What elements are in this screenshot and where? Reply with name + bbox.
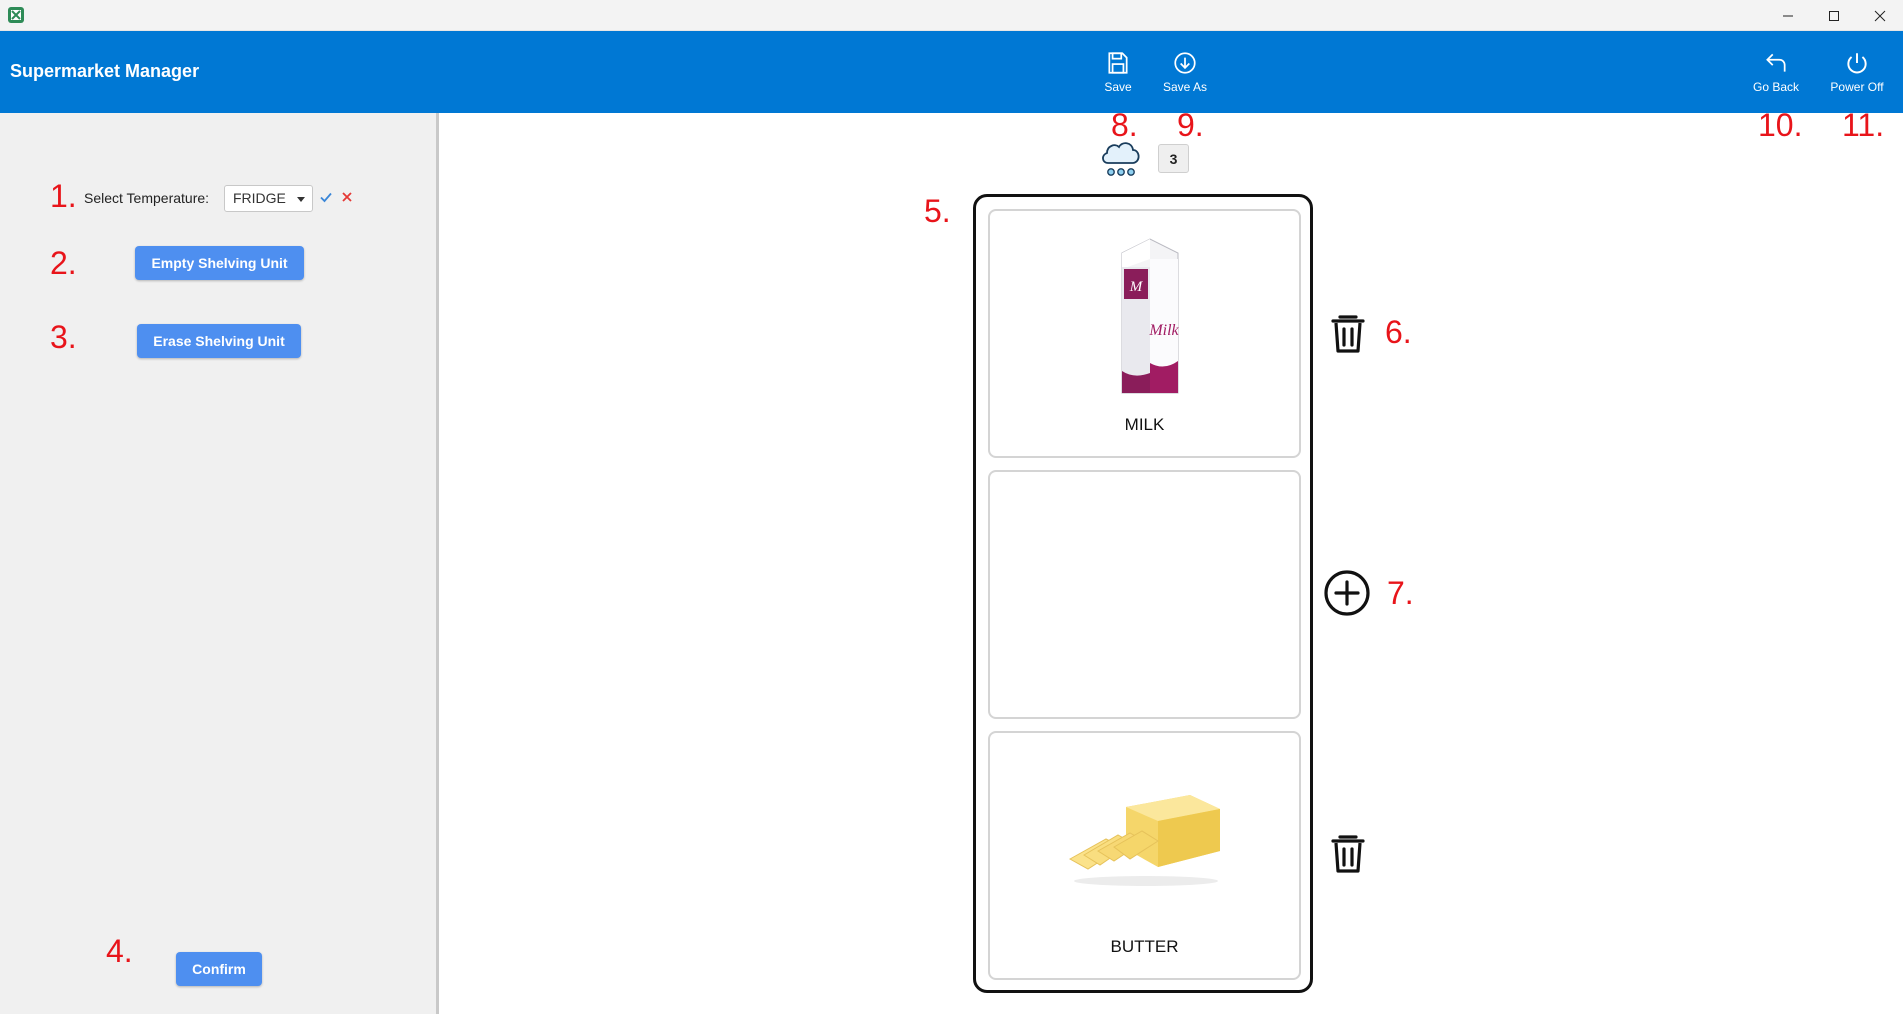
back-arrow-icon xyxy=(1766,53,1786,72)
power-off-label: Power Off xyxy=(1830,80,1884,94)
temperature-select[interactable]: FRIDGE xyxy=(224,185,313,212)
power-off-button[interactable]: Power Off xyxy=(1822,50,1892,100)
shelf-1-name: MILK xyxy=(1124,415,1165,434)
shelf-2[interactable] xyxy=(988,470,1301,719)
save-label: Save xyxy=(1104,80,1132,94)
trash-icon[interactable] xyxy=(1325,310,1371,356)
power-icon xyxy=(1847,53,1867,74)
shelf-count-input[interactable]: 3 xyxy=(1158,144,1189,173)
shelf-3-name: BUTTER xyxy=(1110,937,1179,956)
annotation-10: 10. xyxy=(1758,107,1803,143)
annotation-5: 5. xyxy=(924,193,951,229)
annotation-4: 4. xyxy=(106,933,133,969)
close-window-button[interactable] xyxy=(1857,0,1903,31)
check-icon[interactable] xyxy=(318,189,334,205)
go-back-label: Go Back xyxy=(1752,80,1800,94)
annotation-7: 7. xyxy=(1387,575,1414,611)
close-icon xyxy=(1874,10,1886,21)
app-header: Supermarket Manager Save Save As Go Back… xyxy=(0,31,1903,113)
temperature-label: Select Temperature: xyxy=(84,190,210,206)
annotation-11: 11. xyxy=(1842,107,1885,143)
chevron-down-icon xyxy=(297,197,305,202)
plus-circle-icon[interactable] xyxy=(1324,570,1370,616)
shelf-3[interactable]: BUTTER xyxy=(988,731,1301,980)
window-titlebar xyxy=(0,0,1903,31)
svg-text:M: M xyxy=(1129,279,1144,295)
shelving-unit: M Milk MILK BUTTER xyxy=(973,194,1313,993)
save-as-button[interactable]: Save As xyxy=(1150,50,1220,100)
download-circle-icon xyxy=(1174,52,1196,74)
maximize-icon xyxy=(1829,10,1839,21)
save-button[interactable]: Save xyxy=(1083,50,1153,100)
minimize-button[interactable] xyxy=(1765,0,1811,31)
milk-carton-image: M Milk xyxy=(1121,238,1180,394)
annotation-2: 2. xyxy=(50,245,77,281)
maximize-button[interactable] xyxy=(1811,0,1857,31)
left-panel: 1. Select Temperature: FRIDGE 2. Empty S… xyxy=(0,113,439,1014)
cancel-icon[interactable] xyxy=(339,189,355,205)
trash-icon[interactable] xyxy=(1325,830,1371,876)
save-as-label: Save As xyxy=(1162,80,1208,94)
erase-shelving-unit-button[interactable]: Erase Shelving Unit xyxy=(137,324,301,358)
minimize-icon xyxy=(1783,15,1793,16)
confirm-button[interactable]: Confirm xyxy=(176,952,262,986)
annotation-9: 9. xyxy=(1177,107,1204,143)
annotation-1: 1. xyxy=(50,178,77,214)
app-icon xyxy=(8,7,24,23)
snow-cloud-icon[interactable] xyxy=(1098,135,1144,181)
go-back-button[interactable]: Go Back xyxy=(1741,50,1811,100)
shelf-1[interactable]: M Milk MILK xyxy=(988,209,1301,458)
butter-image xyxy=(1068,795,1220,886)
svg-text:Milk: Milk xyxy=(1148,322,1179,339)
empty-shelving-unit-button[interactable]: Empty Shelving Unit xyxy=(135,246,304,280)
temperature-select-value: FRIDGE xyxy=(233,190,286,206)
annotation-6: 6. xyxy=(1385,314,1412,350)
annotation-3: 3. xyxy=(50,319,77,355)
save-icon xyxy=(1108,52,1128,74)
app-title: Supermarket Manager xyxy=(10,61,200,81)
